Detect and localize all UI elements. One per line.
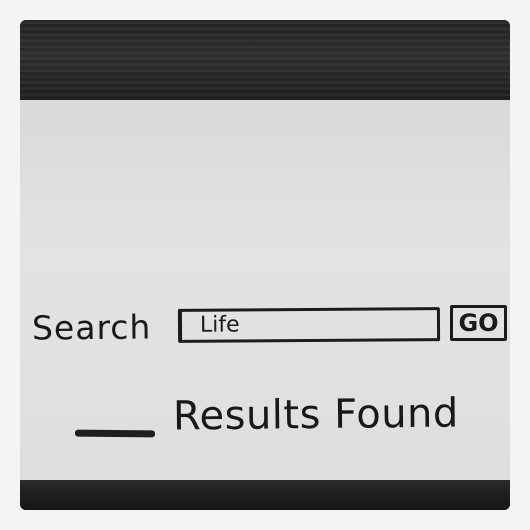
results-found-label: Results Found xyxy=(172,390,460,440)
search-input-value: Life xyxy=(199,312,240,338)
search-input[interactable]: Life xyxy=(177,307,441,343)
search-label: Search xyxy=(31,307,152,348)
sketch-photo: Search Life GO Results Found xyxy=(20,20,510,510)
results-count-blank xyxy=(74,429,156,438)
table-surface xyxy=(20,20,510,102)
go-button[interactable]: GO xyxy=(450,305,507,341)
photo-frame: Search Life GO Results Found xyxy=(0,0,530,530)
paper-sheet: Search Life GO Results Found xyxy=(20,100,510,480)
table-surface-bottom xyxy=(20,480,510,510)
